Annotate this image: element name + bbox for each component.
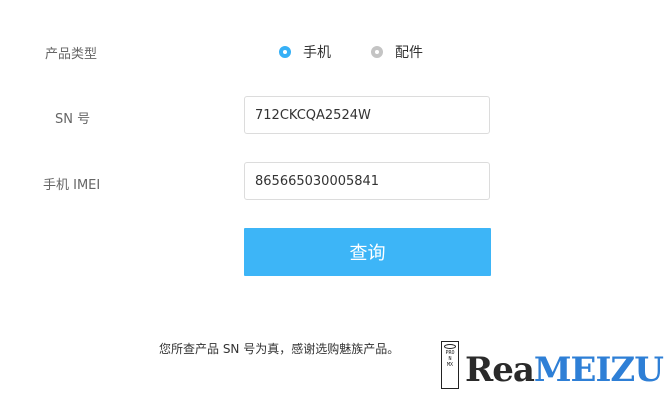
product-type-label: 产品类型 [45, 47, 98, 62]
radio-phone[interactable]: 手机 [279, 42, 331, 62]
imei-input[interactable] [244, 162, 490, 200]
query-button[interactable]: 查询 [244, 228, 491, 276]
watermark-logo: ReaMEIZU [465, 350, 664, 390]
pronmx-stamp-logo: PRO N MX [441, 341, 459, 389]
sn-label: SN 号 [55, 112, 91, 127]
radio-selected-icon [279, 46, 291, 58]
radio-accessory-label: 配件 [395, 45, 423, 61]
watermark-part2: MEIZU [533, 350, 664, 390]
stamp-line: MX [446, 362, 454, 368]
sn-input[interactable] [244, 96, 490, 134]
watermark-part1: Rea [465, 350, 535, 390]
imei-label: 手机 IMEI [43, 178, 101, 193]
radio-phone-label: 手机 [303, 45, 331, 61]
radio-accessory[interactable]: 配件 [371, 42, 423, 62]
eye-icon [444, 344, 456, 349]
result-message: 您所查产品 SN 号为真，感谢选购魅族产品。 [159, 342, 400, 356]
radio-unselected-icon [371, 46, 383, 58]
